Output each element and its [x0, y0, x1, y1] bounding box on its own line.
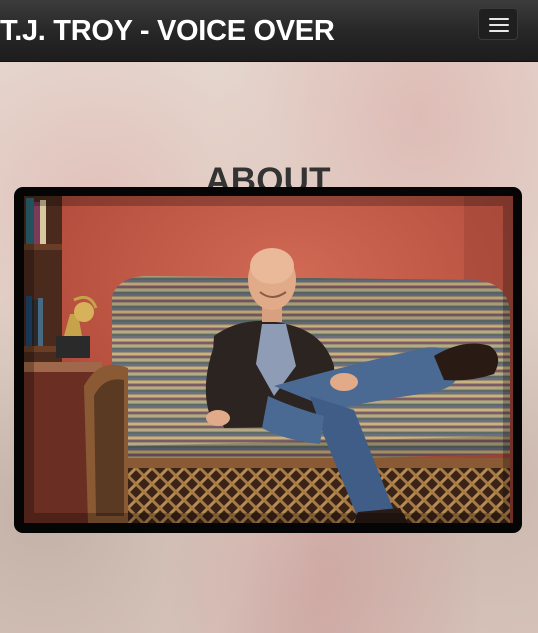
- about-photo: [24, 196, 513, 523]
- about-photo-frame: [14, 187, 522, 533]
- top-navbar: T.J. TROY - VOICE OVER: [0, 0, 538, 62]
- site-brand-link[interactable]: T.J. TROY - VOICE OVER: [0, 17, 335, 46]
- menu-toggle-button[interactable]: [478, 8, 518, 40]
